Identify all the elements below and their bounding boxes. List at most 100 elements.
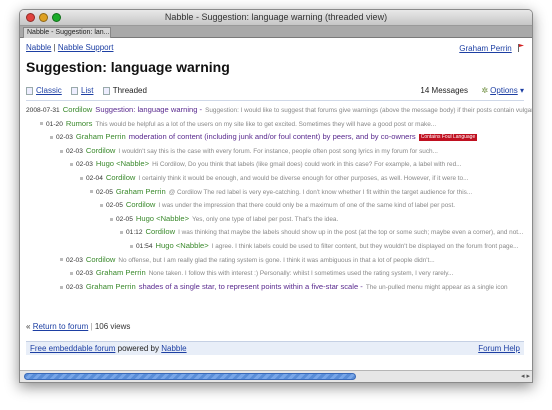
breadcrumb: Nabble | Nabble Support (26, 43, 114, 52)
thread-row[interactable]: 02-05 Cordilow I was under the impression … (100, 199, 455, 211)
thread-bullet-icon (60, 285, 63, 289)
nabble-link[interactable]: Nabble (26, 43, 51, 52)
options-label[interactable]: Options (490, 86, 518, 95)
thread-row[interactable]: 02-05 Hugo <Nabble> Yes, only one type of … (110, 213, 338, 225)
thread-row[interactable]: 02-03 Graham Perrin None taken. I follow t… (70, 267, 453, 279)
message-date: 02-03 (66, 256, 83, 264)
back-arrow-icon: « (26, 322, 31, 331)
thread-bullet-icon (60, 258, 63, 262)
breadcrumb-separator: | (53, 43, 56, 52)
message-author[interactable]: Hugo <Nabble> (96, 159, 149, 168)
message-date: 02-03 (76, 161, 93, 169)
message-subject[interactable]: moderation of content (including junk an… (129, 132, 416, 141)
message-author[interactable]: Rumors (66, 119, 93, 128)
message-date: 01:54 (136, 243, 153, 250)
view-divider (26, 100, 524, 101)
classic-view-link[interactable]: Classic (36, 86, 62, 95)
thread-row[interactable]: 02-05 Graham Perrin @ Cordilow The red lab… (90, 186, 472, 198)
message-date: 2008-07-31 (26, 107, 60, 114)
forum-help-link[interactable]: Forum Help (478, 344, 520, 353)
view-threaded: Threaded (102, 86, 147, 95)
options-menu[interactable]: ✲ Options ▾ (481, 86, 524, 95)
scrollbar-thumb[interactable] (24, 373, 356, 380)
message-snippet: I agree. I think labels could be used to… (211, 243, 519, 250)
browser-tab[interactable]: Nabble - Suggestion: lan... (23, 27, 111, 38)
message-author[interactable]: Cordilow (86, 146, 116, 155)
page-title: Suggestion: language warning (26, 59, 230, 75)
message-date: 02-04 (86, 175, 103, 182)
message-author[interactable]: Cordilow (63, 105, 93, 114)
classic-view-icon (26, 86, 33, 95)
message-date: 02-05 (116, 215, 133, 223)
message-count: 14 Messages (420, 86, 468, 95)
thread-bullet-icon (100, 204, 103, 207)
horizontal-scrollbar[interactable]: ◂ ▸ (20, 370, 532, 382)
chevron-down-icon: ▾ (517, 86, 524, 95)
scroll-arrows-icon[interactable]: ◂ ▸ (521, 372, 530, 380)
thread-row[interactable]: 02-03 Cordilow I wouldn't say this is the … (60, 145, 438, 157)
thread-row[interactable]: 02-04 Cordilow I certainly think it would … (80, 172, 468, 184)
thread-bullet-icon (70, 272, 73, 275)
thread-bullet-icon (40, 122, 43, 126)
thread-row[interactable]: 02-03 Graham Perrin moderation of content … (50, 131, 478, 143)
page-content: Nabble | Nabble Support Graham Perrin Su… (20, 39, 532, 370)
thread-bullet-icon (70, 163, 73, 167)
thread-row[interactable]: 01-20 Rumors This would be helpful as a lo… (40, 118, 436, 130)
thread-bullet-icon (60, 149, 63, 153)
list-view-link[interactable]: List (81, 86, 93, 95)
return-row: « Return to forum | 106 views (26, 322, 130, 331)
message-author[interactable]: Cordilow (86, 255, 116, 264)
message-snippet: No offense, but I am really glad the rat… (118, 256, 435, 264)
threaded-view-label: Threaded (112, 86, 147, 95)
message-date: 01-20 (46, 120, 63, 128)
message-subject[interactable]: shades of a single star, to represent po… (139, 282, 363, 291)
footer-nabble-link[interactable]: Nabble (161, 344, 186, 353)
thread-bullet-icon (90, 190, 93, 194)
message-snippet: None taken. I follow this with interest … (148, 270, 454, 278)
message-author[interactable]: Graham Perrin (116, 187, 166, 196)
thread-row[interactable]: 01:12 Cordilow I was thinking that maybe t… (120, 226, 523, 238)
flag-icon (518, 44, 524, 52)
thread-bullet-icon (130, 244, 133, 248)
message-author[interactable]: Graham Perrin (86, 282, 136, 291)
message-snippet: I wouldn't say this is the case with eve… (118, 147, 438, 155)
message-date: 01:12 (126, 229, 143, 237)
message-date: 02-05 (106, 202, 123, 210)
threaded-view-icon (102, 86, 110, 95)
message-subject[interactable]: Suggestion: language warning - (95, 105, 202, 114)
message-snippet: Hi Cordilow, Do you think that labels (l… (152, 161, 462, 169)
message-author[interactable]: Cordilow (106, 173, 136, 182)
thread-row[interactable]: 2008-07-31 Cordilow Suggestion: language w… (26, 104, 532, 116)
view-count: 106 views (94, 322, 131, 331)
gear-icon: ✲ (481, 86, 489, 95)
user-link[interactable]: Graham Perrin (459, 44, 511, 53)
message-date: 02-03 (56, 134, 73, 142)
free-forum-link[interactable]: Free embeddable forum (30, 344, 115, 353)
thread-row[interactable]: 02-03 Cordilow No offense, but I am really… (60, 254, 435, 266)
powered-by-text: powered by (117, 344, 159, 353)
thread-bullet-icon (120, 231, 123, 235)
message-snippet: I certainly think it would be enough, an… (138, 175, 469, 182)
message-author[interactable]: Cordilow (126, 200, 156, 209)
list-view-icon (71, 86, 79, 95)
view-list[interactable]: List (71, 86, 93, 95)
thread-row[interactable]: 01:54 Hugo <Nabble> I agree. I think label… (130, 240, 518, 252)
thread-row[interactable]: 02-03 Hugo <Nabble> Hi Cordilow, Do you th… (70, 158, 461, 170)
message-author[interactable]: Cordilow (146, 227, 176, 236)
message-author[interactable]: Hugo <Nabble> (156, 241, 209, 250)
message-author[interactable]: Graham Perrin (96, 268, 146, 277)
message-snippet: This would be helpful as a lot of the us… (95, 120, 437, 128)
foul-language-badge: Contains Foul Language (418, 134, 478, 141)
message-snippet: Yes, only one type of label per post. Th… (192, 215, 339, 223)
message-snippet: Suggestion: I would like to suggest that… (205, 107, 532, 114)
message-date: 02-03 (76, 270, 93, 278)
message-snippet: I was thinking that maybe the labels sho… (178, 229, 524, 237)
view-classic[interactable]: Classic (26, 86, 62, 95)
return-to-forum-link[interactable]: Return to forum (33, 322, 89, 331)
message-author[interactable]: Graham Perrin (76, 132, 126, 141)
message-snippet: The un-pulled menu might appear as a sin… (365, 283, 508, 291)
window-title: Nabble - Suggestion: language warning (t… (164, 12, 388, 22)
message-author[interactable]: Hugo <Nabble> (136, 214, 189, 223)
thread-row[interactable]: 02-03 Graham Perrin shades of a single sta… (60, 281, 508, 293)
nabble-support-link[interactable]: Nabble Support (58, 43, 114, 52)
